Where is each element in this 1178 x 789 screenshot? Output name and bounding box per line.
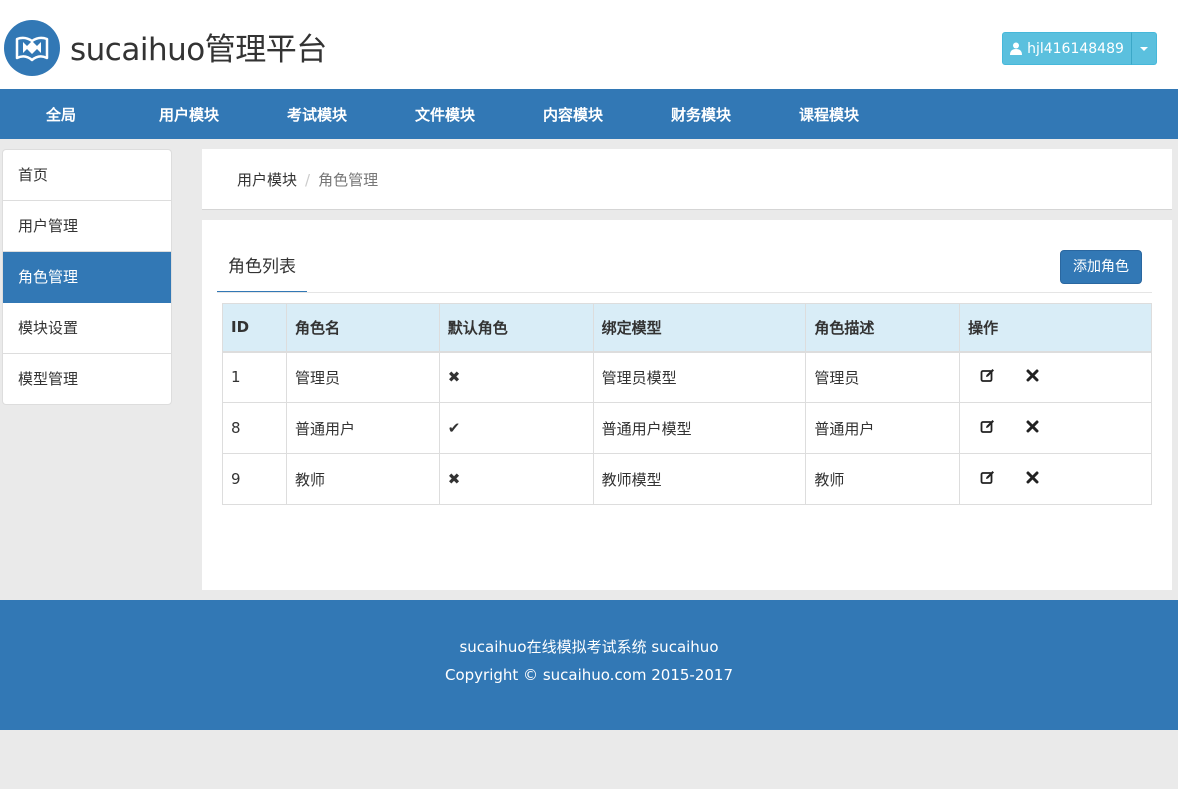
cell-id: 1: [222, 351, 287, 403]
cell-role-desc: 教师: [805, 453, 961, 505]
cell-role-name: 普通用户: [285, 402, 440, 454]
cell-default-role: ✖: [438, 351, 594, 403]
user-menu-button[interactable]: hjl416148489: [1002, 32, 1132, 65]
header: sucaihuo管理平台 hjl416148489: [0, 0, 1178, 89]
col-header-id: ID: [222, 303, 287, 353]
breadcrumb-separator: /: [305, 171, 311, 189]
edit-icon[interactable]: [980, 368, 995, 387]
nav-item-content-module[interactable]: 内容模块: [509, 89, 637, 139]
tab-role-list[interactable]: 角色列表: [217, 248, 307, 293]
breadcrumb-current: 角色管理: [318, 171, 379, 189]
col-header-role-name: 角色名: [285, 303, 440, 353]
col-header-default-role: 默认角色: [438, 303, 594, 353]
sidebar-item-home[interactable]: 首页: [3, 150, 171, 201]
cell-actions: [959, 453, 1152, 505]
tab-divider: [217, 292, 1152, 293]
cell-role-desc: 普通用户: [805, 402, 961, 454]
cell-role-desc: 管理员: [805, 351, 961, 403]
sidebar-item-module-settings[interactable]: 模块设置: [3, 303, 171, 354]
edit-icon[interactable]: [980, 470, 995, 489]
col-header-bound-model: 绑定模型: [592, 303, 807, 353]
breadcrumb-parent[interactable]: 用户模块: [237, 171, 297, 189]
cell-role-name: 管理员: [285, 351, 440, 403]
user-dropdown-toggle[interactable]: [1131, 32, 1157, 65]
user-name: hjl416148489: [1027, 40, 1124, 57]
cell-role-name: 教师: [285, 453, 440, 505]
delete-icon[interactable]: [1026, 368, 1039, 386]
breadcrumb: 用户模块 / 角色管理: [237, 169, 378, 190]
col-header-actions: 操作: [959, 303, 1152, 353]
delete-icon[interactable]: [1026, 470, 1039, 488]
cell-bound-model: 普通用户模型: [592, 402, 807, 454]
footer-copyright: Copyright © sucaihuo.com 2015-2017: [444, 666, 734, 684]
cell-id: 8: [222, 402, 287, 454]
main-panel: 角色列表 添加角色 ID 角色名 默认角色 绑定模型 角色描述 操作 1 管理员…: [202, 220, 1172, 590]
book-logo-icon[interactable]: [4, 20, 60, 76]
nav-item-finance-module[interactable]: 财务模块: [637, 89, 765, 139]
breadcrumb-panel: 用户模块 / 角色管理: [202, 149, 1172, 210]
cell-bound-model: 管理员模型: [592, 351, 807, 403]
footer: sucaihuo在线模拟考试系统 sucaihuo Copyright © su…: [0, 600, 1178, 730]
cell-actions: [959, 351, 1152, 403]
nav-item-exam-module[interactable]: 考试模块: [253, 89, 381, 139]
user-icon: [1010, 42, 1023, 55]
table-row: 9 教师 ✖ 教师模型 教师: [222, 453, 1152, 505]
cell-actions: [959, 402, 1152, 454]
cell-default-role: ✔: [438, 402, 594, 454]
sidebar-item-user-management[interactable]: 用户管理: [3, 201, 171, 252]
site-title: sucaihuo管理平台: [70, 32, 327, 68]
cell-default-role: ✖: [438, 453, 594, 505]
col-header-role-desc: 角色描述: [805, 303, 961, 353]
footer-system-name: sucaihuo在线模拟考试系统 sucaihuo: [459, 638, 719, 656]
table-header-row: ID 角色名 默认角色 绑定模型 角色描述 操作: [222, 303, 1152, 353]
table-row: 1 管理员 ✖ 管理员模型 管理员: [222, 351, 1152, 403]
caret-down-icon: [1140, 46, 1148, 51]
delete-icon[interactable]: [1026, 419, 1039, 437]
role-table: ID 角色名 默认角色 绑定模型 角色描述 操作 1 管理员 ✖ 管理员模型 管…: [222, 303, 1152, 505]
add-role-button[interactable]: 添加角色: [1060, 250, 1142, 284]
sidebar: 首页 用户管理 角色管理 模块设置 模型管理: [2, 149, 172, 405]
nav-item-user-module[interactable]: 用户模块: [125, 89, 253, 139]
table-row: 8 普通用户 ✔ 普通用户模型 普通用户: [222, 402, 1152, 454]
cell-bound-model: 教师模型: [592, 453, 807, 505]
top-nav: 全局 用户模块 考试模块 文件模块 内容模块 财务模块 课程模块: [0, 89, 1178, 139]
sidebar-item-model-management[interactable]: 模型管理: [3, 354, 171, 404]
edit-icon[interactable]: [980, 419, 995, 438]
sidebar-item-role-management[interactable]: 角色管理: [3, 252, 171, 303]
cell-id: 9: [222, 453, 287, 505]
nav-item-file-module[interactable]: 文件模块: [381, 89, 509, 139]
nav-item-course-module[interactable]: 课程模块: [765, 89, 893, 139]
nav-item-global[interactable]: 全局: [0, 89, 125, 139]
